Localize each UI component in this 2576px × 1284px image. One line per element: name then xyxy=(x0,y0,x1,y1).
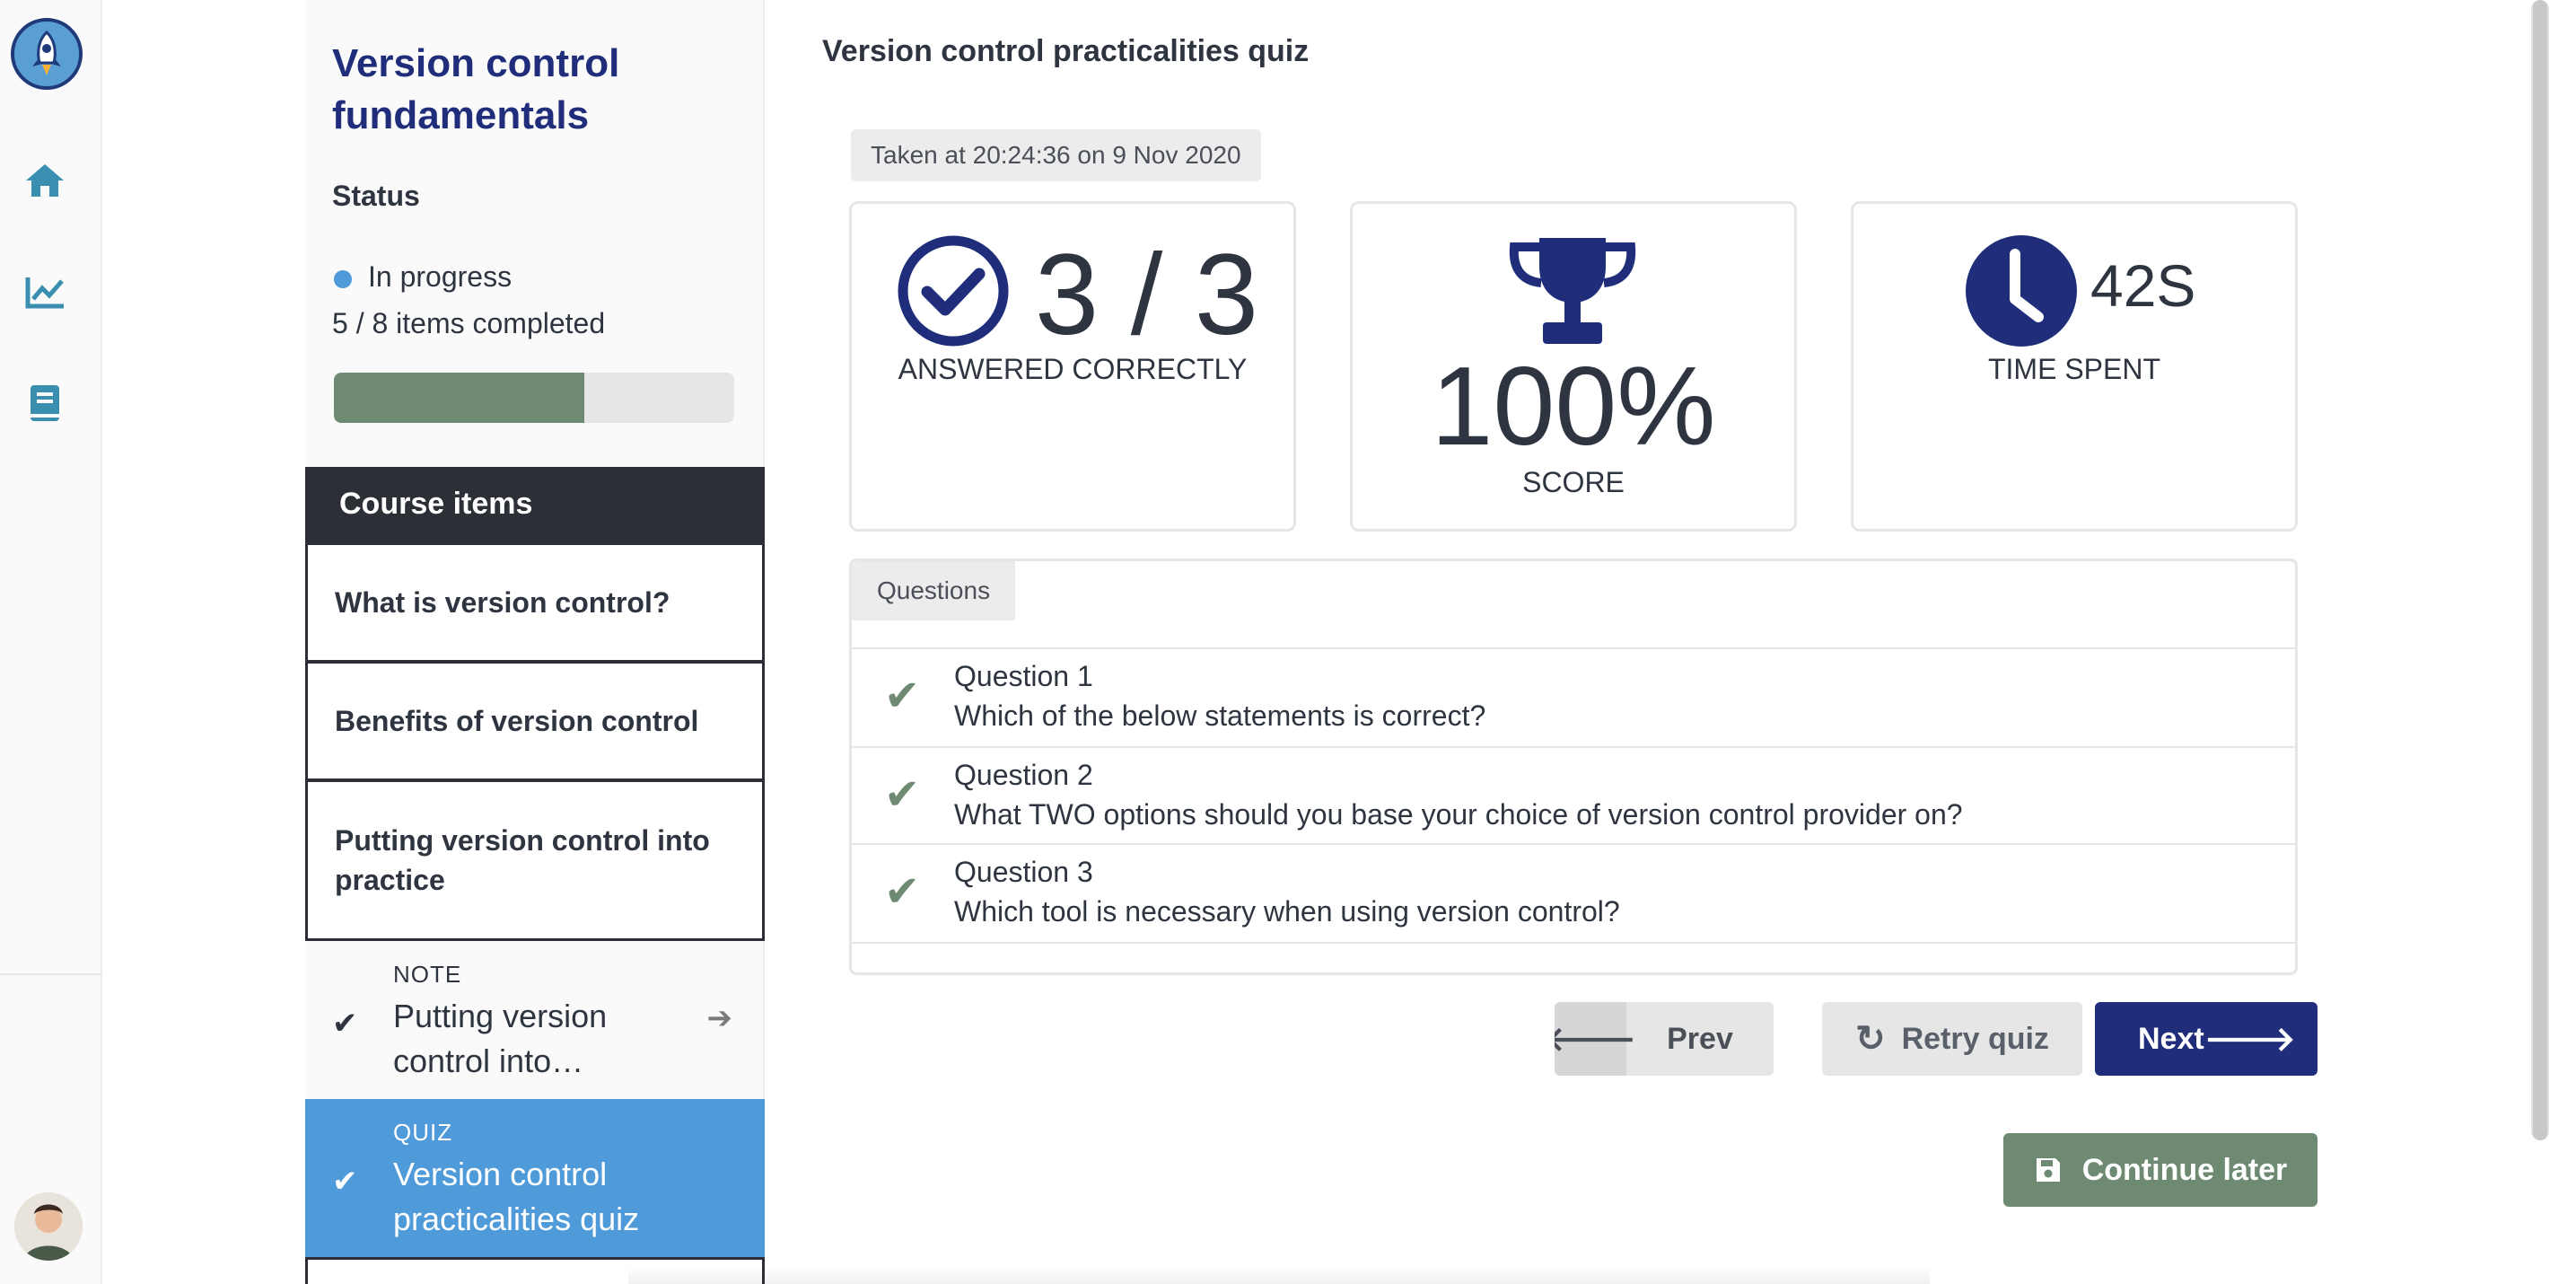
taken-at-badge: Taken at 20:24:36 on 9 Nov 2020 xyxy=(851,129,1261,181)
next-button-label: Next xyxy=(2138,1021,2204,1056)
course-item-label: Benefits of version control xyxy=(335,705,699,737)
question-row-2[interactable]: ✔ Question 2 What TWO options should you… xyxy=(852,746,2295,843)
checkmark-icon: ✔ xyxy=(884,771,921,819)
trophy-icon xyxy=(1509,238,1636,344)
chart-line-icon[interactable] xyxy=(22,269,67,314)
tab-questions[interactable]: Questions xyxy=(852,561,1016,620)
questions-panel: Questions ✔ Question 1 Which of the belo… xyxy=(849,558,2298,975)
score-value: 100% xyxy=(1431,345,1716,469)
checkmark-icon: ✔ xyxy=(332,1007,358,1041)
sub-item-quiz[interactable]: ✔ QUIZ Version control practicalities qu… xyxy=(305,1099,765,1257)
sub-item-type: NOTE xyxy=(393,961,462,988)
page-title: Version control practicalities quiz xyxy=(822,34,1310,68)
course-sidebar: Version control fundamentals Status In p… xyxy=(305,0,765,1284)
score-label: SCORE xyxy=(1522,466,1625,498)
question-row-3[interactable]: ✔ Question 3 Which tool is necessary whe… xyxy=(852,843,2295,940)
question-text: Which of the below statements is correct… xyxy=(954,699,1486,732)
continue-later-label: Continue later xyxy=(2081,1152,2288,1187)
next-button[interactable]: Next 🡒 xyxy=(2095,1002,2318,1076)
status-dot xyxy=(334,270,352,288)
home-icon[interactable] xyxy=(22,158,67,203)
page-scrollbar[interactable] xyxy=(2531,0,2549,1140)
score-card: 100% SCORE xyxy=(1350,201,1797,532)
question-text: Which tool is necessary when using versi… xyxy=(954,895,1620,928)
arrow-left-icon: 🡐 xyxy=(1555,1002,1636,1076)
course-title[interactable]: Version control fundamentals xyxy=(332,38,727,142)
checkmark-icon: ✔ xyxy=(332,1165,358,1199)
bottom-shadow xyxy=(628,1266,1930,1284)
sub-item-note[interactable]: ✔ NOTE Putting version control into… ➔ xyxy=(305,941,765,1099)
book-icon[interactable] xyxy=(22,381,67,426)
retry-icon: ↻ xyxy=(1855,1019,1886,1059)
checkmark-icon: ✔ xyxy=(884,868,921,916)
clock-icon xyxy=(1966,235,2077,347)
page-scrollbar-thumb[interactable] xyxy=(2533,0,2547,1140)
sub-item-name: Version control practicalities quiz xyxy=(393,1156,640,1237)
answered-correctly-value: 3 / 3 xyxy=(1035,231,1259,359)
questions-panel-divider xyxy=(852,942,2295,944)
course-item-putting-into-practice[interactable]: Putting version control into practice xyxy=(305,779,765,941)
rail-divider xyxy=(0,973,102,975)
user-avatar[interactable] xyxy=(14,1192,83,1261)
status-label: Status xyxy=(332,180,420,212)
continue-later-button[interactable]: Continue later xyxy=(2003,1133,2318,1207)
items-completed-count: 5 / 8 items completed xyxy=(332,307,606,339)
checkmark-icon: ✔ xyxy=(884,673,921,720)
course-items-header: Course items xyxy=(305,467,765,542)
icon-rail xyxy=(0,0,102,1284)
time-spent-value: 42S xyxy=(2090,252,2196,319)
question-number: Question 2 xyxy=(954,759,1093,791)
time-spent-label: TIME SPENT xyxy=(1987,353,2160,385)
course-progress-bar xyxy=(334,373,734,423)
question-number: Question 1 xyxy=(954,660,1093,692)
question-number: Question 3 xyxy=(954,856,1093,888)
save-icon xyxy=(2036,1158,2060,1182)
course-progress-fill xyxy=(334,373,584,423)
answered-correctly-label: ANSWERED CORRECTLY xyxy=(898,353,1248,385)
course-item-label: What is version control? xyxy=(335,586,670,619)
question-row-1[interactable]: ✔ Question 1 Which of the below statemen… xyxy=(852,647,2295,744)
prev-button[interactable]: 🡐 Prev xyxy=(1555,1002,1774,1076)
answered-correctly-card: 3 / 3 ANSWERED CORRECTLY xyxy=(849,201,1296,532)
course-item-what-is-version-control[interactable]: What is version control? xyxy=(305,542,765,663)
status-value: In progress xyxy=(368,260,513,293)
main-content: Version control practicalities quiz Take… xyxy=(765,0,2524,1284)
rocket-icon xyxy=(32,30,61,75)
course-item-benefits[interactable]: Benefits of version control xyxy=(305,661,765,781)
sub-item-type: QUIZ xyxy=(393,1119,453,1146)
prev-button-label: Prev xyxy=(1667,1021,1733,1056)
arrow-right-icon: 🡒 xyxy=(2204,1021,2296,1059)
time-spent-card: 42S TIME SPENT xyxy=(1851,201,2298,532)
rocket-logo[interactable] xyxy=(11,18,83,90)
check-circle-icon xyxy=(898,235,1009,347)
retry-quiz-button[interactable]: ↻ Retry quiz xyxy=(1822,1002,2082,1076)
sub-item-name: Putting version control into… xyxy=(393,998,608,1079)
retry-quiz-label: Retry quiz xyxy=(1901,1021,2049,1056)
question-text: What TWO options should you base your ch… xyxy=(954,798,1963,831)
arrow-right-icon: ➔ xyxy=(706,1001,733,1035)
course-item-label: Putting version control into practice xyxy=(335,824,710,896)
